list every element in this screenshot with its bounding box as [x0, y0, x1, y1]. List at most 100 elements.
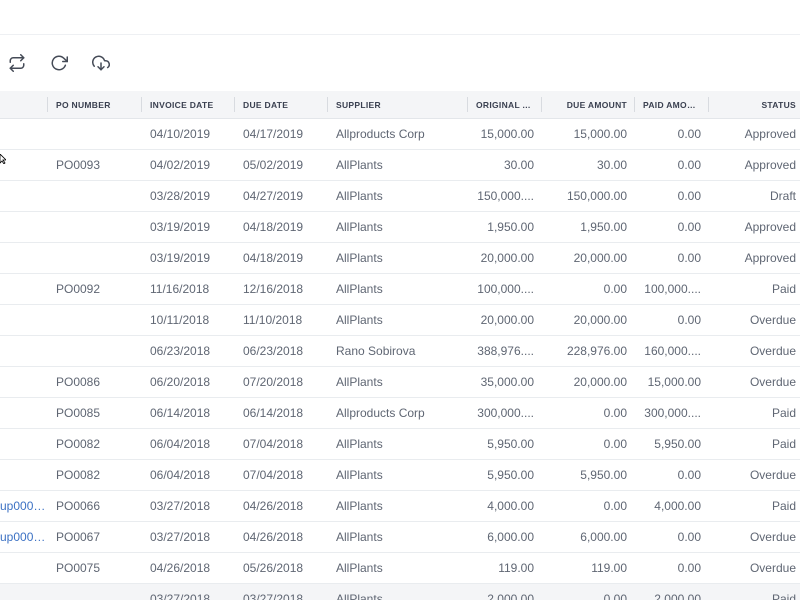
cell-inv: 06/04/2018 — [142, 459, 235, 491]
cell-orig: 300,000.... — [468, 397, 542, 429]
cell-paid: 0.00 — [635, 211, 709, 243]
column-header-label: DUE DATE — [243, 99, 289, 110]
cell-po — [48, 180, 142, 212]
table-row[interactable]: PO0086 06/20/2018 07/20/2018 AllPlants 35,00… — [0, 366, 800, 398]
refresh-icon[interactable] — [47, 51, 71, 75]
column-header-inv[interactable]: INVOICE DATE — [142, 91, 235, 119]
cell-po — [48, 118, 142, 150]
cell-due: 04/26/2018 — [235, 521, 328, 553]
table-row[interactable]: 03/28/2019 04/27/2019 AllPlants 150,000....… — [0, 180, 800, 212]
cell-inv: 10/11/2018 — [142, 304, 235, 336]
cell-dueamt: 20,000.00 — [542, 366, 635, 398]
cell-sup: AllPlants — [328, 366, 468, 398]
cell-sup: AllPlants — [328, 180, 468, 212]
cell-orig: 30.00 — [468, 149, 542, 181]
cell-orig: 2,000.00 — [468, 583, 542, 600]
cell-paid: 300,000.... — [635, 397, 709, 429]
column-header-orig[interactable]: ORIGINAL A... — [468, 91, 542, 119]
cell-dueamt: 30.00 — [542, 149, 635, 181]
cell-dueamt: 1,950.00 — [542, 211, 635, 243]
cell-dueamt: 0.00 — [542, 273, 635, 305]
cell-first[interactable]: up000200 — [0, 490, 48, 522]
cell-inv: 06/23/2018 — [142, 335, 235, 367]
cell-status: Paid — [709, 428, 800, 460]
table-row[interactable]: 03/19/2019 04/18/2019 AllPlants 20,000.00 20… — [0, 242, 800, 274]
cell-paid: 0.00 — [635, 242, 709, 274]
column-header-paid[interactable]: PAID AMOU... — [635, 91, 709, 119]
cell-paid: 160,000.... — [635, 335, 709, 367]
table-row[interactable]: 04/10/2019 04/17/2019 Allproducts Corp 15,0… — [0, 118, 800, 150]
column-header-label: DUE AMOUNT — [566, 99, 627, 110]
cell-status: Overdue — [709, 521, 800, 553]
cell-dueamt: 15,000.00 — [542, 118, 635, 150]
cell-dueamt: 150,000.00 — [542, 180, 635, 212]
cell-status: Approved — [709, 242, 800, 274]
cell-first[interactable]: up000200 — [0, 521, 48, 553]
column-header-due[interactable]: DUE DATE — [235, 91, 328, 119]
column-header-sup[interactable]: SUPPLIER — [328, 91, 468, 119]
cell-due: 07/20/2018 — [235, 366, 328, 398]
cell-po: PO0093 — [48, 149, 142, 181]
cell-paid: 100,000.... — [635, 273, 709, 305]
cell-due: 07/04/2018 — [235, 428, 328, 460]
cell-po: PO0085 — [48, 397, 142, 429]
table-row[interactable]: PO0085 06/14/2018 06/14/2018 Allproducts Co… — [0, 397, 800, 429]
cell-paid: 0.00 — [635, 304, 709, 336]
column-header-dueamt[interactable]: DUE AMOUNT — [542, 91, 635, 119]
table-row[interactable]: 03/19/2019 04/18/2019 AllPlants 1,950.00 1,9… — [0, 211, 800, 243]
table-row[interactable]: PO0092 11/16/2018 12/16/2018 AllPlants 100,0… — [0, 273, 800, 305]
table-row[interactable]: 10/11/2018 11/10/2018 AllPlants 20,000.00 20… — [0, 304, 800, 336]
column-header-po[interactable]: PO NUMBER — [48, 91, 142, 119]
cell-po: PO0066 — [48, 490, 142, 522]
cell-orig: 35,000.00 — [468, 366, 542, 398]
table-row[interactable]: up000200PO006703/27/201804/26/2018AllPla… — [0, 521, 800, 553]
cell-due: 05/02/2019 — [235, 149, 328, 181]
cell-sup: AllPlants — [328, 242, 468, 274]
cell-inv: 03/19/2019 — [142, 211, 235, 243]
cell-dueamt: 119.00 — [542, 552, 635, 584]
swap-icon[interactable] — [5, 51, 29, 75]
cell-status: Paid — [709, 273, 800, 305]
cell-inv: 03/19/2019 — [142, 242, 235, 274]
cell-inv: 04/10/2019 — [142, 118, 235, 150]
table-row[interactable]: up000200PO006603/27/201804/26/2018AllPla… — [0, 490, 800, 522]
cell-inv: 04/02/2019 — [142, 149, 235, 181]
column-header-label: PAID AMOU... — [643, 99, 702, 110]
cell-orig: 100,000.... — [468, 273, 542, 305]
cell-sup: AllPlants — [328, 304, 468, 336]
table-row[interactable]: PO0082 06/04/2018 07/04/2018 AllPlants 5,950… — [0, 428, 800, 460]
cell-first — [0, 459, 48, 491]
cell-first — [0, 304, 48, 336]
cell-orig: 4,000.00 — [468, 490, 542, 522]
cell-orig: 5,950.00 — [468, 428, 542, 460]
cell-status: Draft — [709, 180, 800, 212]
cell-first — [0, 428, 48, 460]
cell-paid: 0.00 — [635, 118, 709, 150]
cell-due: 04/18/2019 — [235, 242, 328, 274]
cell-paid: 15,000.00 — [635, 366, 709, 398]
invoice-table: PO NUMBER INVOICE DATE DUE DATE SUPPLIER ORI… — [0, 91, 800, 600]
top-bar — [0, 0, 800, 35]
cell-orig: 20,000.00 — [468, 242, 542, 274]
cell-first — [0, 242, 48, 274]
cell-inv: 06/04/2018 — [142, 428, 235, 460]
cell-paid: 0.00 — [635, 149, 709, 181]
table-row[interactable]: 03/27/2018 03/27/2018 AllPlants 2,000.00 0.0… — [0, 583, 800, 600]
table-row[interactable]: PO0093 04/02/2019 05/02/2019 AllPlants 30.00… — [0, 149, 800, 181]
cell-first — [0, 180, 48, 212]
table-row[interactable]: 06/23/2018 06/23/2018 Rano Sobirova 388,976… — [0, 335, 800, 367]
cell-due: 04/27/2019 — [235, 180, 328, 212]
table-row[interactable]: PO0075 04/26/2018 05/26/2018 AllPlants 119.0… — [0, 552, 800, 584]
cell-status: Overdue — [709, 552, 800, 584]
column-header-label: PO NUMBER — [56, 99, 111, 110]
column-header-label: ORIGINAL A... — [476, 99, 537, 110]
cell-status: Approved — [709, 149, 800, 181]
table-row[interactable]: PO0082 06/04/2018 07/04/2018 AllPlants 5,950… — [0, 459, 800, 491]
cell-status: Paid — [709, 490, 800, 522]
column-header-first[interactable] — [0, 91, 48, 119]
cell-orig: 15,000.00 — [468, 118, 542, 150]
column-header-label: STATUS — [761, 99, 796, 110]
cell-sup: AllPlants — [328, 459, 468, 491]
column-header-status[interactable]: STATUS — [709, 91, 800, 119]
download-cloud-icon[interactable] — [89, 51, 113, 75]
